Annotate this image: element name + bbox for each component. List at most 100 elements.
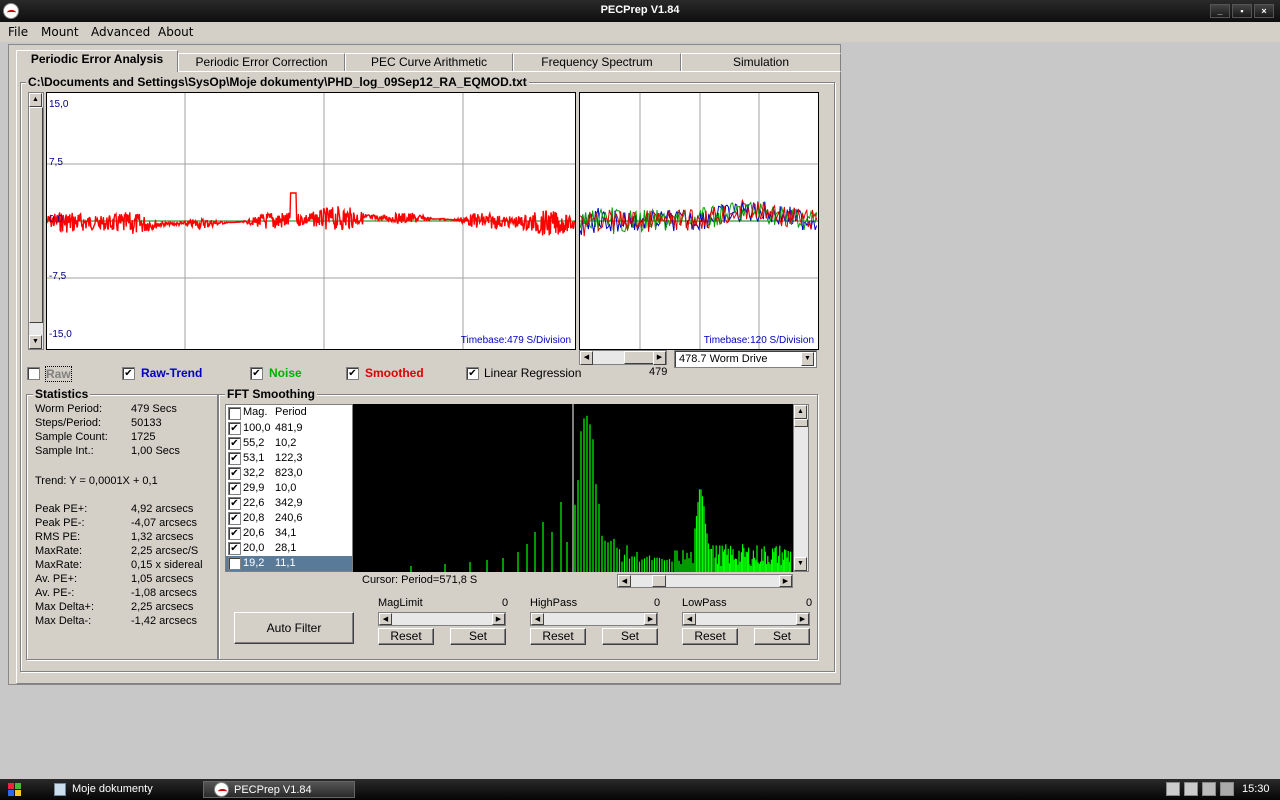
menu-advanced[interactable]: Advanced (91, 25, 150, 39)
fft-peak-checkbox[interactable] (228, 437, 241, 450)
network-icon[interactable] (1166, 782, 1180, 796)
fft-peak-row[interactable]: 19,2 11,1 (226, 556, 352, 571)
vertical-scrollbar[interactable]: ▲ ▼ (28, 92, 44, 350)
scroll-left-arrow-icon[interactable]: ◀ (379, 613, 392, 625)
stat-value: -1,08 arcsecs (131, 587, 198, 599)
window-title: PECPrep V1.84 (600, 4, 680, 16)
fft-peak-period: 28,1 (275, 542, 297, 554)
scroll-left-arrow-icon[interactable]: ◀ (580, 351, 593, 365)
pe-series-line (47, 192, 575, 236)
fft-peak-row[interactable]: 100,0 481,9 (226, 421, 352, 436)
fft-peak-row[interactable]: 20,8 240,6 (226, 511, 352, 526)
filter-slider[interactable]: ◀ ▶ (682, 612, 810, 626)
filter-set-button[interactable]: Set (450, 628, 506, 645)
scroll-up-arrow-icon[interactable]: ▲ (794, 405, 807, 419)
scroll-thumb[interactable] (29, 107, 43, 323)
filter-slider[interactable]: ◀ ▶ (378, 612, 506, 626)
fft-peak-checkbox[interactable] (228, 467, 241, 480)
fft-peak-checkbox[interactable] (228, 512, 241, 525)
fft-peak-row[interactable]: 32,2 823,0 (226, 466, 352, 481)
maximize-button[interactable]: ▪ (1232, 4, 1252, 18)
select-all-checkbox[interactable] (228, 407, 241, 420)
fft-peak-checkbox[interactable] (228, 482, 241, 495)
menu-about[interactable]: About (158, 25, 193, 39)
menu-mount[interactable]: Mount (41, 25, 79, 39)
scroll-right-arrow-icon[interactable]: ▶ (644, 613, 657, 625)
fft-peak-mag: 100,0 (243, 422, 271, 434)
filter-reset-button[interactable]: Reset (530, 628, 586, 645)
linear-regression-checkbox[interactable] (466, 367, 479, 380)
pe-main-plot[interactable]: 15,0 7,5 0,0 -7,5 -15,0 Timebase:479 S/D… (46, 92, 576, 350)
smoothed-checkbox[interactable] (346, 367, 359, 380)
close-button[interactable]: × (1254, 4, 1274, 18)
scroll-thumb[interactable] (624, 351, 654, 364)
fft-peak-checkbox[interactable] (228, 542, 241, 555)
fft-peak-checkbox[interactable] (228, 497, 241, 510)
tab-pec-curve-arithmetic[interactable]: PEC Curve Arithmetic (345, 53, 513, 71)
noise-label: Noise (269, 366, 302, 380)
fft-peak-row[interactable]: 29,9 10,0 (226, 481, 352, 496)
fft-peak-checkbox[interactable] (228, 557, 241, 570)
filter-reset-button[interactable]: Reset (378, 628, 434, 645)
tab-simulation[interactable]: Simulation (681, 53, 841, 71)
fft-peak-row[interactable]: 20,0 28,1 (226, 541, 352, 556)
scroll-down-arrow-icon[interactable]: ▼ (29, 335, 42, 349)
scroll-left-arrow-icon[interactable]: ◀ (683, 613, 696, 625)
raw-label: Raw (45, 366, 72, 382)
stat-value: 50133 (131, 417, 162, 429)
filter-reset-button[interactable]: Reset (682, 628, 738, 645)
fft-peak-checkbox[interactable] (228, 527, 241, 540)
pe-side-plot[interactable]: Timebase:120 S/Division (579, 92, 819, 350)
chevron-down-icon[interactable]: ▼ (801, 352, 814, 366)
fft-vertical-scrollbar[interactable]: ▲ ▼ (793, 404, 809, 572)
tab-periodic-error-analysis[interactable]: Periodic Error Analysis (16, 50, 178, 72)
stat-value: 1,05 arcsecs (131, 573, 194, 585)
worm-drive-select[interactable]: 478.7 Worm Drive ▼ (674, 350, 817, 368)
tab-periodic-error-correction[interactable]: Periodic Error Correction (178, 53, 345, 71)
fft-peaks-list[interactable]: Mag. Period 100,0 481,9 55,2 10,2 53,1 1… (225, 404, 353, 572)
fft-peak-row[interactable]: 53,1 122,3 (226, 451, 352, 466)
fft-spectrum-plot[interactable] (353, 404, 793, 572)
scroll-right-arrow-icon[interactable]: ▶ (779, 575, 792, 587)
fft-peak-period: 10,2 (275, 437, 297, 449)
minimize-button[interactable]: _ (1210, 4, 1230, 18)
usb-icon[interactable] (1202, 782, 1216, 796)
filter-set-button[interactable]: Set (754, 628, 810, 645)
scroll-left-arrow-icon[interactable]: ◀ (531, 613, 544, 625)
raw-checkbox[interactable] (27, 367, 40, 380)
scroll-left-arrow-icon[interactable]: ◀ (618, 575, 631, 587)
scroll-right-arrow-icon[interactable]: ▶ (492, 613, 505, 625)
fft-peak-row[interactable]: 22,6 342,9 (226, 496, 352, 511)
side-horizontal-scrollbar[interactable]: ◀ ▶ (579, 350, 667, 365)
side-timebase-label: Timebase:120 S/Division (703, 335, 814, 346)
fft-peak-checkbox[interactable] (228, 452, 241, 465)
stat-key: Max Delta+: (35, 601, 94, 613)
fft-peak-row[interactable]: 55,2 10,2 (226, 436, 352, 451)
scroll-right-arrow-icon[interactable]: ▶ (653, 351, 666, 365)
side-scroll-value: 479 (649, 366, 668, 378)
menu-file[interactable]: File (8, 25, 28, 39)
start-icon[interactable] (8, 783, 22, 796)
scroll-thumb[interactable] (794, 419, 808, 427)
fft-peak-period: 240,6 (275, 512, 303, 524)
taskbar-item-pecprep[interactable]: PECPrep V1.84 (203, 781, 355, 798)
noise-checkbox[interactable] (250, 367, 263, 380)
volume-muted-icon[interactable] (1220, 782, 1234, 796)
taskbar-item-moje-dokumenty[interactable]: Moje dokumenty (52, 781, 200, 798)
filter-slider[interactable]: ◀ ▶ (530, 612, 658, 626)
scroll-thumb[interactable] (652, 575, 666, 587)
auto-filter-button[interactable]: Auto Filter (234, 612, 354, 644)
scroll-up-arrow-icon[interactable]: ▲ (29, 93, 42, 107)
tab-frequency-spectrum[interactable]: Frequency Spectrum (513, 53, 681, 71)
clock[interactable]: 15:30 (1242, 783, 1270, 795)
period-column-header: Period (275, 406, 307, 418)
fft-peak-row[interactable]: 20,6 34,1 (226, 526, 352, 541)
fft-peak-checkbox[interactable] (228, 422, 241, 435)
stat-value: 1,00 Secs (131, 445, 180, 457)
filter-set-button[interactable]: Set (602, 628, 658, 645)
raw-trend-checkbox[interactable] (122, 367, 135, 380)
fft-horizontal-scrollbar[interactable]: ◀ ▶ (617, 574, 793, 588)
scroll-right-arrow-icon[interactable]: ▶ (796, 613, 809, 625)
network-disconnected-icon[interactable] (1184, 782, 1198, 796)
scroll-down-arrow-icon[interactable]: ▼ (794, 557, 807, 571)
